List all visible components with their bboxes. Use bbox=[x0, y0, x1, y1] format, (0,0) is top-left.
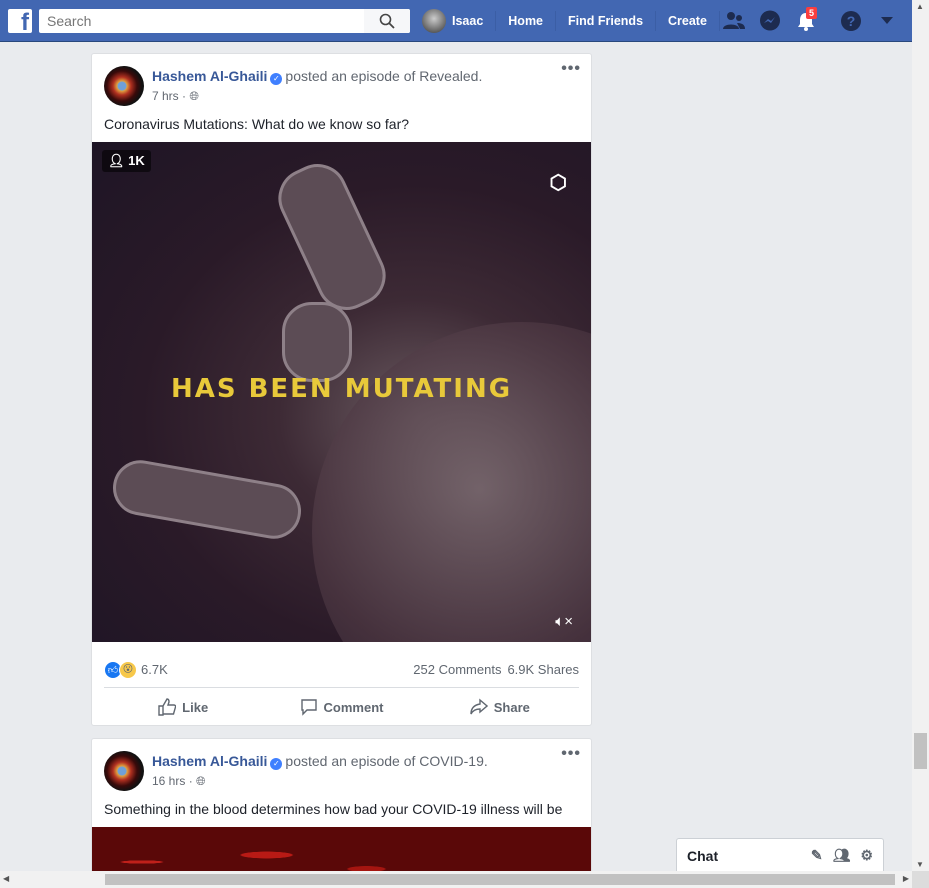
caret-down-icon bbox=[881, 17, 893, 24]
comment-count[interactable]: 252 Comments bbox=[413, 662, 501, 677]
user-name: Isaac bbox=[452, 14, 484, 28]
facebook-logo[interactable]: f bbox=[8, 9, 32, 33]
more-options-icon[interactable]: ••• bbox=[561, 745, 581, 763]
more-options-icon[interactable]: ••• bbox=[561, 60, 581, 78]
scroll-right-icon[interactable]: ▶ bbox=[903, 874, 909, 883]
thumbs-up-icon bbox=[158, 698, 177, 716]
chat-label: Chat bbox=[687, 847, 719, 864]
nav-create[interactable]: Create bbox=[656, 11, 720, 31]
video-frame-detail bbox=[282, 302, 352, 382]
person-icon: 👤︎ bbox=[108, 153, 125, 168]
messenger-icon bbox=[760, 10, 780, 31]
nav-find-friends[interactable]: Find Friends bbox=[556, 11, 657, 31]
notification-badge: 5 bbox=[806, 7, 818, 19]
post-action: posted an episode of Revealed. bbox=[285, 68, 483, 84]
search-input[interactable] bbox=[39, 9, 364, 33]
search-icon bbox=[379, 13, 395, 29]
comment-button[interactable]: Comment bbox=[262, 691, 420, 723]
video-frame-detail bbox=[268, 154, 396, 320]
post-text: Something in the blood determines how ba… bbox=[104, 801, 563, 817]
help-icon: ? bbox=[841, 11, 861, 31]
post-card: Hashem Al-Ghaili ✓ posted an episode of Re… bbox=[91, 53, 592, 726]
like-button[interactable]: Like bbox=[104, 691, 262, 723]
author-avatar[interactable] bbox=[104, 66, 144, 106]
share-button[interactable]: Share bbox=[421, 691, 579, 723]
notifications-button[interactable]: 5 bbox=[794, 7, 818, 33]
share-icon bbox=[470, 698, 488, 715]
messenger-button[interactable] bbox=[758, 9, 782, 33]
scroll-down-icon[interactable]: ▼ bbox=[916, 860, 924, 869]
avatar bbox=[422, 9, 446, 33]
author-avatar[interactable] bbox=[104, 751, 144, 791]
scroll-left-icon[interactable]: ◀ bbox=[3, 874, 9, 883]
top-navigation-bar: f Isaac Home Find Friends Create 5 ? bbox=[0, 0, 912, 42]
globe-icon: 🌐︎ bbox=[196, 774, 206, 788]
author-name[interactable]: Hashem Al-Ghaili bbox=[152, 68, 267, 84]
new-message-icon[interactable]: ✎ bbox=[811, 847, 823, 864]
search-box bbox=[39, 9, 410, 33]
horizontal-scroll-thumb[interactable] bbox=[105, 874, 895, 885]
verified-icon: ✓ bbox=[270, 758, 283, 770]
video-frame bbox=[312, 322, 591, 642]
vertical-scroll-thumb[interactable] bbox=[914, 733, 927, 769]
search-button[interactable] bbox=[364, 9, 410, 33]
profile-link[interactable]: Isaac bbox=[420, 9, 497, 33]
scroll-up-icon[interactable]: ▲ bbox=[916, 2, 924, 11]
help-button[interactable]: ? bbox=[839, 9, 863, 33]
video-player[interactable]: HAS BEEN MUTATING 👤︎ 1K ⬡ 🔈︎× bbox=[92, 142, 591, 642]
channel-logo-icon: ⬡ bbox=[549, 172, 567, 194]
verified-icon: ✓ bbox=[270, 73, 283, 85]
reaction-count[interactable]: 6.7K bbox=[141, 662, 168, 677]
friend-requests-button[interactable] bbox=[722, 9, 746, 33]
post-time[interactable]: 7 hrs bbox=[152, 89, 179, 103]
wow-reaction-icon: 😮︎ bbox=[119, 660, 137, 679]
post-text: Coronavirus Mutations: What do we know s… bbox=[104, 116, 410, 132]
svg-text:?: ? bbox=[847, 13, 856, 29]
video-frame-detail bbox=[108, 455, 306, 544]
friends-icon bbox=[723, 12, 745, 29]
account-menu-button[interactable] bbox=[875, 9, 899, 33]
video-caption: HAS BEEN MUTATING bbox=[170, 374, 513, 404]
post-action: posted an episode of COVID-19. bbox=[285, 753, 488, 769]
vertical-scrollbar[interactable]: ▲ ▼ bbox=[912, 0, 929, 871]
nav-home[interactable]: Home bbox=[496, 11, 557, 31]
group-icon[interactable]: 👥︎ bbox=[833, 847, 851, 864]
comment-icon bbox=[300, 699, 317, 716]
viewer-count: 👤︎ 1K bbox=[102, 150, 151, 172]
globe-icon: 🌐︎ bbox=[189, 89, 199, 103]
author-name[interactable]: Hashem Al-Ghaili bbox=[152, 753, 267, 769]
horizontal-scrollbar[interactable]: ◀ ▶ bbox=[0, 871, 912, 888]
gear-icon[interactable]: ⚙ bbox=[860, 847, 873, 864]
scrollbar-corner bbox=[912, 871, 929, 888]
chat-bar[interactable]: Chat ✎ 👥︎ ⚙ bbox=[676, 838, 884, 872]
post-card: Hashem Al-Ghaili ✓ posted an episode of CO… bbox=[91, 738, 592, 888]
mute-icon[interactable]: 🔈︎× bbox=[555, 613, 573, 630]
share-count[interactable]: 6.9K Shares bbox=[507, 662, 579, 677]
post-time[interactable]: 16 hrs bbox=[152, 774, 185, 788]
